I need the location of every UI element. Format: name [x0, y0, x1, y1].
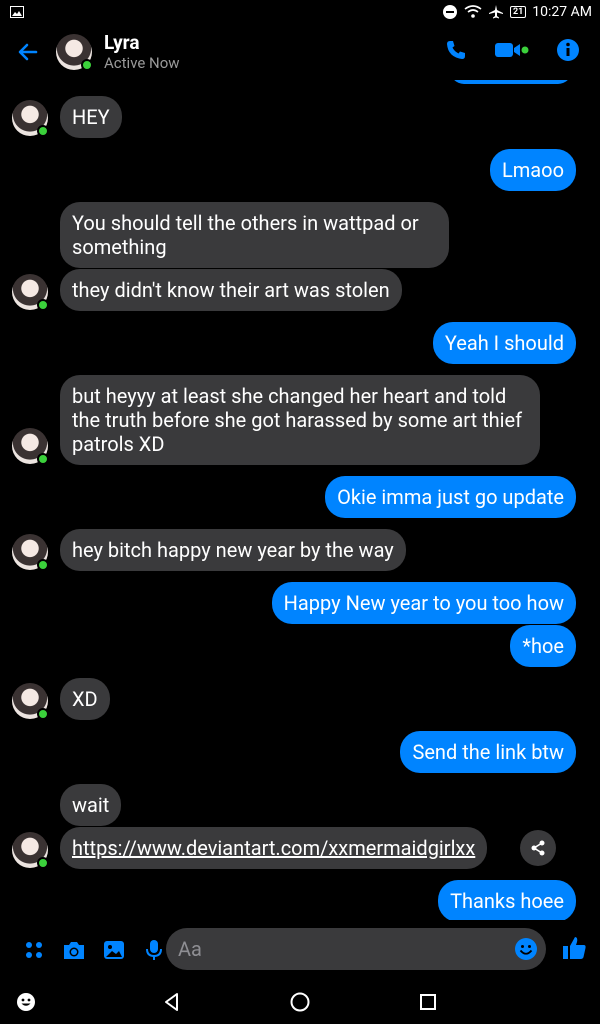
message-bubble-outgoing[interactable]: Okie imma just go update — [325, 476, 576, 518]
camera-icon — [64, 942, 84, 959]
message-bubble-incoming[interactable]: You should tell the others in wattpad or… — [60, 202, 449, 268]
share-icon — [531, 840, 545, 856]
message-bubble-outgoing[interactable]: Thanks hoee — [438, 880, 576, 920]
sender-avatar — [12, 832, 49, 869]
conversation-header: Lyra Active Now — [0, 24, 600, 80]
message-thread[interactable]: HEY Lmaoo You should tell the others in … — [0, 80, 600, 920]
sender-avatar — [12, 100, 49, 137]
emoji-button[interactable] — [514, 937, 538, 961]
status-bar: 21 10:27 AM — [0, 0, 600, 24]
contact-avatar[interactable] — [56, 34, 93, 71]
sender-avatar — [12, 683, 49, 720]
image-icon — [104, 941, 124, 959]
airplane-icon — [488, 4, 504, 20]
message-bubble-incoming[interactable]: HEY — [60, 96, 122, 138]
message-bubble-incoming[interactable]: but heyyy at least she changed her heart… — [60, 375, 540, 465]
gallery-notification-icon — [10, 6, 24, 18]
phone-icon — [447, 41, 465, 59]
message-input[interactable]: Aa — [166, 928, 546, 970]
info-icon — [557, 39, 579, 61]
info-button[interactable] — [556, 38, 580, 66]
camera-button[interactable] — [54, 930, 94, 970]
do-not-disturb-icon — [442, 4, 458, 20]
smiley-icon — [17, 993, 35, 1011]
status-time: 10:27 AM — [532, 4, 592, 20]
keyboard-emoji-button[interactable] — [14, 990, 38, 1014]
sender-avatar — [12, 274, 49, 311]
online-indicator — [81, 59, 93, 71]
square-recents-icon — [420, 994, 436, 1010]
contact-info[interactable]: Lyra Active Now — [104, 31, 180, 73]
message-link[interactable]: https://www.deviantart.com/xxmermaidgirl… — [60, 827, 488, 869]
nav-home-button[interactable] — [288, 990, 312, 1014]
active-status: Active Now — [104, 54, 180, 72]
message-bubble-incoming[interactable]: wait — [60, 784, 122, 826]
microphone-icon — [146, 940, 162, 960]
contact-name: Lyra — [104, 31, 140, 54]
share-button[interactable] — [520, 830, 556, 866]
battery-icon: 21 — [509, 6, 527, 18]
circle-home-icon — [290, 992, 310, 1012]
previous-message-edge — [450, 80, 572, 84]
message-bubble-incoming[interactable]: hey bitch happy new year by the way — [60, 529, 406, 571]
nav-back-button[interactable] — [160, 990, 184, 1014]
message-bubble-incoming[interactable]: XD — [60, 678, 110, 720]
phone-call-button[interactable] — [444, 38, 468, 66]
message-bubble-outgoing[interactable]: Happy New year to you too how — [271, 582, 576, 624]
gallery-button[interactable] — [94, 930, 134, 970]
wifi-icon — [464, 5, 482, 19]
message-input-placeholder: Aa — [178, 937, 202, 961]
video-call-button[interactable] — [494, 38, 530, 66]
grid-dots-icon — [26, 942, 42, 958]
system-nav-bar — [0, 980, 600, 1024]
message-bubble-incoming[interactable]: they didn't know their art was stolen — [60, 269, 402, 311]
message-bubble-outgoing[interactable]: Yeah I should — [432, 322, 576, 364]
video-camera-icon — [495, 43, 529, 57]
back-button[interactable] — [0, 24, 56, 80]
sender-avatar — [12, 534, 49, 571]
message-bubble-outgoing[interactable]: Send the link btw — [400, 731, 576, 773]
triangle-back-icon — [165, 993, 178, 1011]
sender-avatar — [12, 428, 49, 465]
arrow-left-icon — [18, 43, 38, 61]
message-bubble-outgoing[interactable]: *hoe — [510, 625, 576, 667]
more-actions-button[interactable] — [14, 930, 54, 970]
thumbs-up-button[interactable] — [560, 934, 588, 962]
nav-recents-button[interactable] — [416, 990, 440, 1014]
message-bubble-outgoing[interactable]: Lmaoo — [489, 149, 576, 191]
